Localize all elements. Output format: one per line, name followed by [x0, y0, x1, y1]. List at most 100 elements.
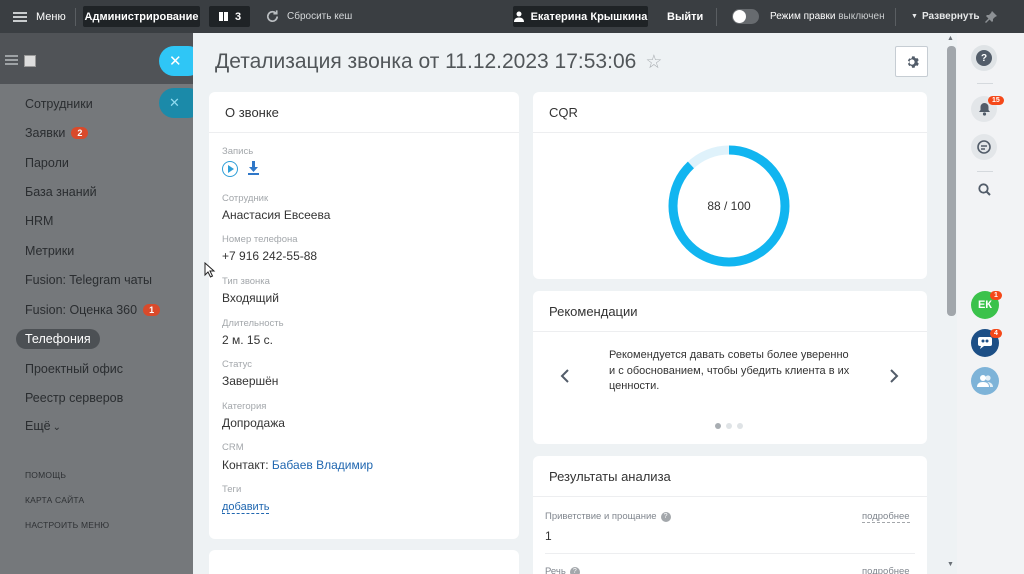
toggle-switch[interactable]: [732, 9, 759, 24]
count-badge: 1: [143, 304, 161, 316]
analysis-row-label: Речь ?: [545, 566, 580, 574]
sidebar-item-label: Сотрудники: [25, 97, 93, 111]
crm-value: Контакт: Бабаев Владимир: [222, 458, 373, 472]
contacts-button[interactable]: [971, 367, 999, 395]
cqr-score: 88 / 100: [707, 199, 751, 213]
expand-button[interactable]: ▼ Развернуть: [911, 0, 980, 33]
admin-button[interactable]: Администрирование: [83, 6, 200, 27]
add-tag-link[interactable]: добавить: [222, 501, 270, 514]
search-button[interactable]: [971, 176, 997, 202]
avatar-badge: 1: [990, 291, 1002, 300]
history-card: История: [209, 550, 519, 574]
main-content: Детализация звонка от 11.12.2023 17:53:0…: [193, 33, 957, 574]
sidebar-item-employees[interactable]: Сотрудники: [25, 94, 93, 114]
duration-value: 2 м. 15 с.: [222, 333, 273, 347]
sidebar-item-hrm[interactable]: HRM: [25, 211, 53, 231]
pagination-dot[interactable]: [737, 423, 743, 429]
sidebar-item-metrics[interactable]: Метрики: [25, 241, 74, 261]
sidebar-item-telegram-chats[interactable]: Fusion: Telegram чаты: [25, 270, 152, 290]
category-label: Категория: [222, 401, 267, 412]
pagination-dots[interactable]: [715, 423, 743, 429]
scrollbar[interactable]: ▲ ▼: [944, 33, 957, 574]
bell-icon: [978, 103, 990, 116]
counter-button[interactable]: 3: [209, 6, 250, 27]
search-icon: [977, 182, 991, 196]
divider: [545, 553, 915, 554]
download-button[interactable]: [248, 161, 259, 180]
sidebar-item-passwords[interactable]: Пароли: [25, 153, 69, 173]
sidebar-item-label: Телефония: [25, 332, 91, 346]
sitemap-link[interactable]: КАРТА САЙТА: [25, 495, 84, 505]
divider: [75, 8, 76, 26]
group-chat-icon: [978, 337, 992, 349]
edit-mode-toggle[interactable]: Режим правки выключен: [732, 0, 885, 33]
chevron-right-icon[interactable]: [890, 369, 899, 388]
divider: [716, 8, 717, 26]
play-button[interactable]: [222, 161, 238, 177]
pin-icon[interactable]: [985, 0, 997, 33]
more-link[interactable]: подробнее: [862, 566, 910, 574]
book-icon: [218, 12, 228, 21]
sidebar-item-requests[interactable]: Заявки 2: [25, 123, 89, 143]
scroll-thumb[interactable]: [947, 46, 956, 316]
user-name: Екатерина Крышкина: [530, 10, 648, 23]
divider: [977, 83, 993, 84]
crm-contact-link[interactable]: Бабаев Владимир: [272, 458, 373, 472]
logout-link[interactable]: Выйти: [667, 0, 703, 33]
divider: [895, 8, 896, 26]
card-title: Результаты анализа: [533, 456, 927, 497]
chevron-left-icon[interactable]: [560, 369, 569, 388]
sidebar-item-telephony[interactable]: Телефония: [16, 329, 100, 349]
call-info-card: О звонке Запись Сотрудник Анастасия Евсе…: [209, 92, 519, 539]
user-icon: [513, 11, 524, 22]
call-type-value: Входящий: [222, 291, 279, 305]
sidebar-item-label: Заявки: [25, 126, 66, 140]
card-title: История: [209, 550, 519, 574]
menu-label: Меню: [36, 10, 66, 23]
sidebar-item-knowledge-base[interactable]: База знаний: [25, 182, 97, 202]
recommendation-text: Рекомендуется давать советы более уверен…: [609, 349, 850, 392]
crm-label: CRM: [222, 442, 244, 453]
sidebar-item-project-office[interactable]: Проектный офис: [25, 359, 123, 379]
edit-mode-state: выключен: [838, 11, 885, 22]
hamburger-icon: [13, 11, 27, 22]
tags-label: Теги: [222, 484, 242, 495]
settings-button[interactable]: [895, 46, 928, 77]
users-icon: [977, 375, 993, 387]
more-link[interactable]: подробнее: [862, 511, 910, 523]
configure-menu-link[interactable]: НАСТРОИТЬ МЕНЮ: [25, 520, 109, 530]
sidebar-item-label: HRM: [25, 214, 54, 228]
sidebar-item-server-registry[interactable]: Реестр серверов: [25, 388, 123, 408]
card-title: CQR: [533, 92, 927, 133]
reset-cache-button[interactable]: Сбросить кеш: [265, 0, 352, 33]
record-label: Запись: [222, 146, 254, 157]
user-button[interactable]: Екатерина Крышкина: [513, 6, 648, 27]
sidebar-item-rating-360[interactable]: Fusion: Оценка 360 1: [25, 300, 161, 320]
mouse-cursor-icon: [204, 262, 216, 278]
sidebar-item-more[interactable]: Ещё: [25, 416, 61, 436]
card-title: О звонке: [209, 92, 519, 133]
hamburger-icon[interactable]: [5, 55, 18, 65]
messages-search-button[interactable]: [971, 134, 997, 160]
scroll-down-icon[interactable]: ▼: [947, 561, 954, 568]
gear-icon: [907, 55, 919, 68]
sidebar-item-label: Пароли: [25, 156, 69, 170]
download-icon: [248, 161, 259, 175]
top-bar: Меню Администрирование 3 Сбросить кеш Ек…: [0, 0, 1024, 33]
help-icon[interactable]: ?: [569, 566, 580, 574]
sidebar-item-label: Fusion: Telegram чаты: [25, 273, 153, 287]
counter-value: 3: [234, 10, 242, 23]
phone-label: Номер телефона: [222, 234, 298, 245]
help-icon[interactable]: ?: [660, 511, 671, 522]
pagination-dot[interactable]: [715, 423, 721, 429]
star-icon[interactable]: ☆: [645, 51, 662, 74]
help-button[interactable]: ?: [971, 45, 997, 71]
page-title: Детализация звонка от 11.12.2023 17:53:0…: [215, 50, 662, 74]
sidebar-item-label: Fusion: Оценка 360: [25, 303, 138, 317]
scroll-up-icon[interactable]: ▲: [947, 35, 954, 42]
menu-button[interactable]: Меню: [0, 0, 75, 33]
recommendations-card: Рекомендации Рекомендуется давать советы…: [533, 291, 927, 444]
pagination-dot[interactable]: [726, 423, 732, 429]
call-type-label: Тип звонка: [222, 276, 270, 287]
help-link[interactable]: ПОМОЩЬ: [25, 470, 66, 480]
